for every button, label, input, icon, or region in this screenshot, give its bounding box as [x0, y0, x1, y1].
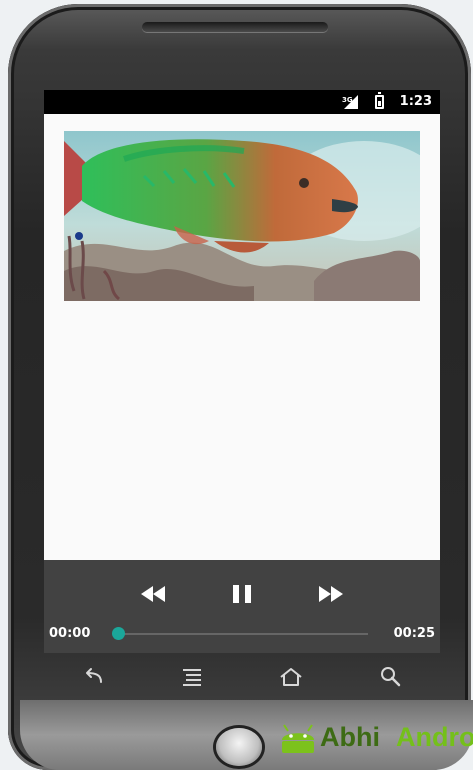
fast-forward-icon: [319, 586, 343, 602]
pause-button[interactable]: [225, 580, 259, 608]
watermark-text-android: Android: [396, 722, 473, 752]
watermark-text-abhi: Abhi: [320, 722, 380, 752]
total-time: 00:25: [393, 626, 435, 641]
nav-bar: [44, 653, 440, 703]
menu-icon: [183, 669, 201, 686]
back-button[interactable]: [79, 664, 107, 690]
home-nav-button[interactable]: [277, 664, 305, 690]
watermark: Abhi Android: [278, 720, 473, 760]
video-view[interactable]: [64, 131, 420, 301]
home-icon: [280, 668, 302, 686]
seek-thumb[interactable]: [112, 627, 125, 640]
pause-icon: [233, 585, 251, 603]
status-bar: 3G 1:23: [44, 90, 440, 114]
fast-forward-button[interactable]: [314, 580, 348, 608]
search-icon: [381, 667, 401, 687]
rewind-button[interactable]: [136, 580, 170, 608]
video-frame: [64, 131, 420, 301]
status-time: 1:23: [399, 94, 432, 109]
current-time: 00:00: [49, 626, 91, 641]
search-button[interactable]: [377, 664, 405, 690]
hardware-home-button[interactable]: [216, 728, 262, 766]
back-icon: [86, 668, 102, 683]
network-type-label: 3G: [342, 96, 353, 104]
earpiece-speaker: [142, 22, 328, 32]
menu-button[interactable]: [178, 664, 206, 690]
media-controller: 00:00 00:25: [44, 560, 440, 653]
battery-icon: [375, 92, 384, 109]
device-screen: 3G 1:23 00:00 00:25: [44, 90, 440, 653]
android-logo-icon: [282, 724, 314, 753]
signal-icon: 3G: [342, 95, 358, 109]
seek-bar[interactable]: [114, 633, 368, 635]
rewind-icon: [141, 586, 165, 602]
